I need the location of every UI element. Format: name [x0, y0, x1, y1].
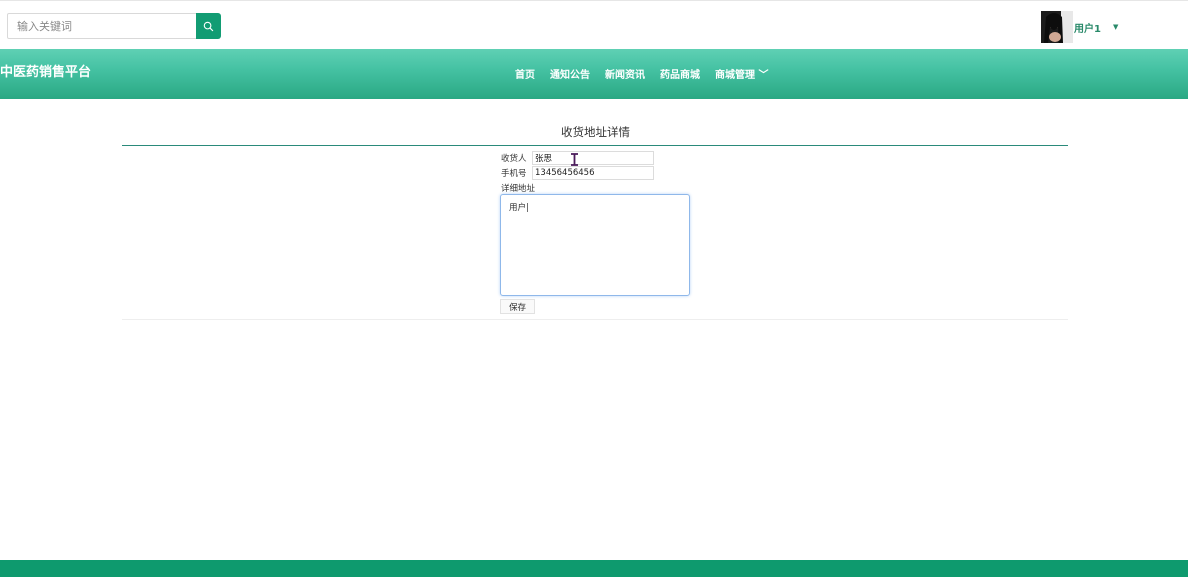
- nav-item-shop[interactable]: 药品商城: [660, 66, 700, 81]
- nav-menu: 首页 通知公告 新闻资讯 药品商城 商城管理 ﹀: [515, 66, 768, 81]
- main-navbar: 中医药销售平台 首页 通知公告 新闻资讯 药品商城 商城管理 ﹀: [0, 49, 1188, 99]
- nav-item-news[interactable]: 新闻资讯: [605, 66, 645, 81]
- search-button[interactable]: [196, 13, 221, 39]
- phone-label: 手机号: [501, 169, 527, 179]
- text-cursor-icon: [571, 153, 578, 166]
- avatar[interactable]: [1041, 11, 1073, 43]
- page-title: 收货地址详情: [561, 125, 630, 139]
- phone-field[interactable]: [532, 166, 654, 180]
- search-icon: [203, 21, 214, 31]
- nav-item-home[interactable]: 首页: [515, 66, 535, 81]
- address-label: 详细地址: [501, 184, 536, 194]
- nav-item-shop-management[interactable]: 商城管理 ﹀: [715, 66, 768, 81]
- receiver-field[interactable]: [532, 151, 654, 165]
- footer-bar: [0, 560, 1188, 577]
- receiver-label: 收货人: [501, 154, 527, 164]
- address-textarea[interactable]: 用户|: [500, 194, 690, 296]
- site-brand[interactable]: 中医药销售平台: [0, 61, 91, 80]
- top-bar: 用户1 ▼: [0, 0, 1188, 49]
- caret-down-icon[interactable]: ▼: [1113, 23, 1118, 31]
- user-menu[interactable]: 用户1 ▼: [1041, 11, 1118, 43]
- user-name[interactable]: 用户1: [1074, 20, 1101, 35]
- search-input[interactable]: [7, 13, 197, 39]
- panel-bottom-divider: [122, 319, 1068, 320]
- save-button[interactable]: 保存: [500, 299, 535, 314]
- title-divider: [122, 145, 1068, 146]
- nav-item-notices[interactable]: 通知公告: [550, 66, 590, 81]
